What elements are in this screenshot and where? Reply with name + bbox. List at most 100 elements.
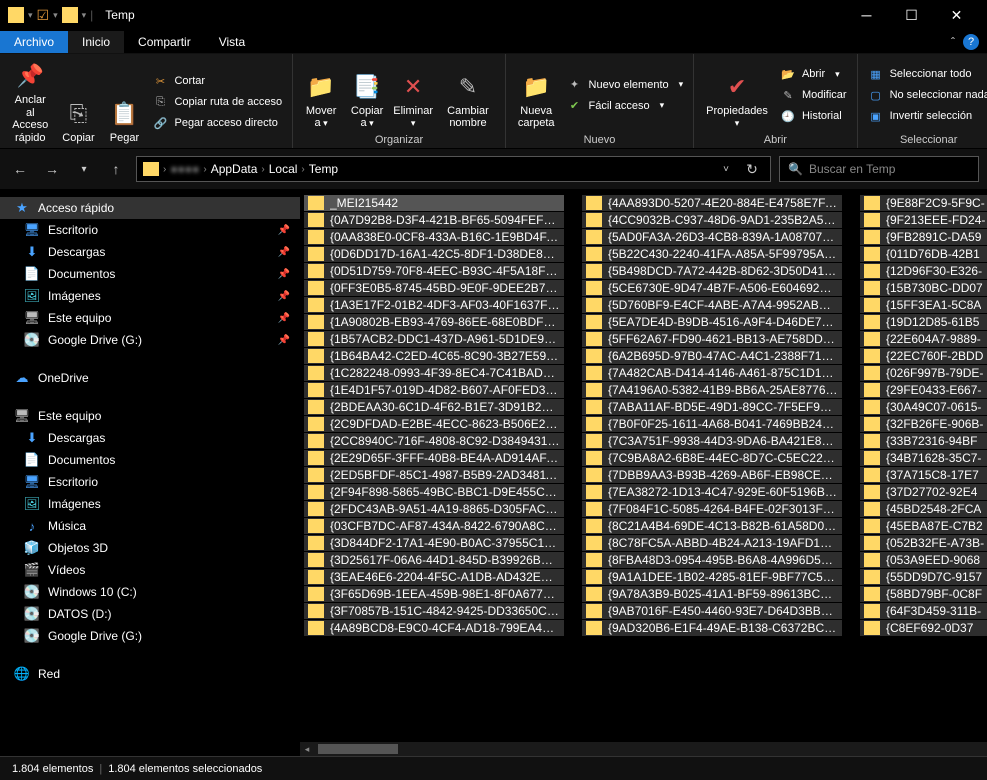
sidebar-documents-2[interactable]: 📄Documentos — [0, 449, 300, 471]
crumb[interactable]: Temp — [309, 162, 338, 176]
folder-item[interactable]: {64F3D459-311B- — [860, 603, 987, 619]
folder-item[interactable]: {5FF62A67-FD90-4621-BB13-AE758DD79E1E} — [582, 331, 842, 347]
folder-item[interactable]: {2CC8940C-716F-4808-8C92-D3849431DAA8} — [304, 433, 564, 449]
chevron-right-icon[interactable]: › — [161, 164, 168, 175]
select-all-button[interactable]: ▦Seleccionar todo — [864, 64, 987, 84]
folder-item[interactable]: {4CC9032B-C937-48D6-9AD1-235B2A5FF365} — [582, 212, 842, 228]
folder-item[interactable]: {4A89BCD8-E9C0-4CF4-AD18-799EA4E2C295} — [304, 620, 564, 636]
folder-item[interactable]: {58BD79BF-0C8F — [860, 586, 987, 602]
sidebar-music[interactable]: ♪Música — [0, 515, 300, 537]
folder-item[interactable]: {22E604A7-9889- — [860, 331, 987, 347]
edit-button[interactable]: ✎Modificar — [776, 85, 851, 105]
folder-item[interactable]: {7A4196A0-5382-41B9-BB6A-25AE87766378} — [582, 382, 842, 398]
sidebar-pictures-2[interactable]: 🖼Imágenes — [0, 493, 300, 515]
folder-item[interactable]: {1C282248-0993-4F39-8EC4-7C41BAD1E11C} — [304, 365, 564, 381]
folder-item[interactable]: {15B730BC-DD07 — [860, 280, 987, 296]
folder-item[interactable]: {1B57ACB2-DDC1-437D-A961-5D1DE9C4FDA3} — [304, 331, 564, 347]
tab-file[interactable]: Archivo — [0, 31, 68, 53]
folder-item[interactable]: {0D6DD17D-16A1-42C5-8DF1-D38DE84C6A09} — [304, 246, 564, 262]
folder-item[interactable]: {2C9DFDAD-E2BE-4ECC-8623-B506E2220345} — [304, 416, 564, 432]
file-list[interactable]: _MEI215442{0A7D92B8-D3F4-421B-BF65-5094F… — [300, 189, 987, 742]
sidebar-thispc-pin[interactable]: 🖥Este equipo📌 — [0, 307, 300, 329]
folder-item[interactable]: {15FF3EA1-5C8A — [860, 297, 987, 313]
folder-item[interactable]: {5AD0FA3A-26D3-4CB8-839A-1A08707FDF7D} — [582, 229, 842, 245]
copy-path-button[interactable]: ⎘Copiar ruta de acceso — [148, 92, 286, 112]
folder-item[interactable]: {9FB2891C-DA59 — [860, 229, 987, 245]
folder-item[interactable]: {3F65D69B-1EEA-459B-98E1-8F0A677D4DFB} — [304, 586, 564, 602]
breadcrumb[interactable]: › ●●●● › AppData › Local › Temp ˅ ↻ — [136, 156, 771, 182]
folder-item[interactable]: {0D51D759-70F8-4EEC-B93C-4F5A18F7988A} — [304, 263, 564, 279]
folder-item[interactable]: {3D25617F-06A6-44D1-845D-B39926BC30F5} — [304, 552, 564, 568]
open-button[interactable]: 📂Abrir▾ — [776, 64, 851, 84]
folder-item[interactable]: {32FB26FE-906B- — [860, 416, 987, 432]
history-dropdown[interactable]: ˅ — [714, 157, 738, 181]
folder-item[interactable]: {7DBB9AA3-B93B-4269-AB6F-EB98CEE9DBFE} — [582, 467, 842, 483]
folder-item[interactable]: {7F084F1C-5085-4264-B4FE-02F3013FD0C0} — [582, 501, 842, 517]
checkbox-icon[interactable]: ☑ — [37, 7, 50, 24]
folder-item[interactable]: {19D12D85-61B5 — [860, 314, 987, 330]
folder-item[interactable]: {30A49C07-0615- — [860, 399, 987, 415]
chevron-right-icon[interactable]: › — [259, 164, 266, 175]
folder-item[interactable]: {7A482CAB-D414-4146-A461-875C1D14BF3D} — [582, 365, 842, 381]
folder-item[interactable]: {29FE0433-E667- — [860, 382, 987, 398]
folder-item[interactable]: {9F213EEE-FD24- — [860, 212, 987, 228]
move-to-button[interactable]: 📁 Mover a ▾ — [299, 58, 343, 132]
folder-item[interactable]: {053A9EED-9068 — [860, 552, 987, 568]
minimize-button[interactable]: ─ — [844, 0, 889, 30]
folder-item[interactable]: {03CFB7DC-AF87-434A-8422-6790A8C218A1} — [304, 518, 564, 534]
refresh-button[interactable]: ↻ — [740, 157, 764, 181]
folder-item[interactable]: {12D96F30-E326- — [860, 263, 987, 279]
folder-item[interactable]: {22EC760F-2BDD — [860, 348, 987, 364]
paste-shortcut-button[interactable]: 🔗Pegar acceso directo — [148, 113, 286, 133]
folder-item[interactable]: {C8EF692-0D37 — [860, 620, 987, 636]
sidebar-downloads[interactable]: ⬇Descargas📌 — [0, 241, 300, 263]
folder-item[interactable]: {7C9BA8A2-6B8E-44EC-8D7C-C5EC22237A1B} — [582, 450, 842, 466]
sidebar-desktop-2[interactable]: 🖥Escritorio — [0, 471, 300, 493]
folder-item[interactable]: {45BD2548-2FCA — [860, 501, 987, 517]
search-input[interactable]: 🔍 Buscar en Temp — [779, 156, 979, 182]
chevron-right-icon[interactable]: › — [201, 164, 208, 175]
sidebar-desktop[interactable]: 🖥Escritorio📌 — [0, 219, 300, 241]
folder-item[interactable]: {0AA838E0-0CF8-433A-B16C-1E9BD4FA4A6A} — [304, 229, 564, 245]
pin-quickaccess-button[interactable]: 📌 Anclar al Acceso rápido — [6, 58, 54, 147]
folder-item[interactable]: {0FF3E0B5-8745-45BD-9E0F-9DEE2B7AA6B0} — [304, 280, 564, 296]
crumb[interactable]: ●●●● — [170, 162, 199, 176]
folder-item[interactable]: {9AB7016F-E450-4460-93E7-D64D3BBD850E} — [582, 603, 842, 619]
folder-item[interactable]: {8FBA48D3-0954-495B-B6A8-4A996D5662D2} — [582, 552, 842, 568]
folder-item[interactable]: _MEI215442 — [304, 195, 564, 211]
folder-item[interactable]: {2FDC43AB-9A51-4A19-8865-D305FAC267D6} — [304, 501, 564, 517]
folder-item[interactable]: {7C3A751F-9938-44D3-9DA6-BA421E8CFCC7} — [582, 433, 842, 449]
folder-item[interactable]: {1E4D1F57-019D-4D82-B607-AF0FED33D1E6} — [304, 382, 564, 398]
folder-item[interactable]: {1A3E17F2-01B2-4DF3-AF03-40F1637F013D} — [304, 297, 564, 313]
folder-item[interactable]: {9AD320B6-E1F4-49AE-B138-C6372BC3BCA3} — [582, 620, 842, 636]
recent-dropdown[interactable]: ▾ — [72, 157, 96, 181]
chevron-right-icon[interactable]: › — [299, 164, 306, 175]
new-item-button[interactable]: ✦Nuevo elemento▾ — [563, 75, 688, 95]
tab-share[interactable]: Compartir — [124, 31, 205, 53]
history-button[interactable]: 🕘Historial — [776, 106, 851, 126]
folder-item[interactable]: {8C78FC5A-ABBD-4B24-A213-19AFD1D30D82} — [582, 535, 842, 551]
folder-item[interactable]: {3F70857B-151C-4842-9425-DD33650C9653} — [304, 603, 564, 619]
folder-item[interactable]: {5B498DCD-7A72-442B-8D62-3D50D414EDF5} — [582, 263, 842, 279]
folder-item[interactable]: {34B71628-35C7- — [860, 450, 987, 466]
crumb[interactable]: Local — [269, 162, 298, 176]
new-folder-button[interactable]: 📁 Nueva carpeta — [512, 58, 561, 132]
sidebar-videos[interactable]: 🎬Vídeos — [0, 559, 300, 581]
horizontal-scrollbar[interactable]: ◂ — [300, 742, 987, 756]
tab-home[interactable]: Inicio — [68, 31, 124, 53]
maximize-button[interactable]: ☐ — [889, 0, 934, 30]
folder-item[interactable]: {2BDEAA30-6C1D-4F62-B1E7-3D91B2D4BE89} — [304, 399, 564, 415]
sidebar-pictures[interactable]: 🖼Imágenes📌 — [0, 285, 300, 307]
rename-button[interactable]: ✎ Cambiar nombre — [437, 58, 499, 132]
paste-button[interactable]: 📋 Pegar — [102, 58, 146, 147]
folder-item[interactable]: {7ABA11AF-BD5E-49D1-89CC-7F5EF9385A7E} — [582, 399, 842, 415]
folder-item[interactable]: {1A90802B-EB93-4769-86EE-68E0BDF51942} — [304, 314, 564, 330]
sidebar-onedrive[interactable]: ☁OneDrive — [0, 367, 300, 389]
sidebar-cdrive[interactable]: 💽Windows 10 (C:) — [0, 581, 300, 603]
dropdown-icon[interactable]: ▾ — [82, 10, 87, 21]
folder-item[interactable]: {0A7D92B8-D3F4-421B-BF65-5094FEF121FF} — [304, 212, 564, 228]
scroll-left-icon[interactable]: ◂ — [300, 744, 314, 755]
folder-item[interactable]: {5EA7DE4D-B9DB-4516-A9F4-D46DE79201D8} — [582, 314, 842, 330]
copy-to-button[interactable]: 📑 Copiar a ▾ — [345, 58, 389, 132]
easy-access-button[interactable]: ✔Fácil acceso▾ — [563, 96, 688, 116]
